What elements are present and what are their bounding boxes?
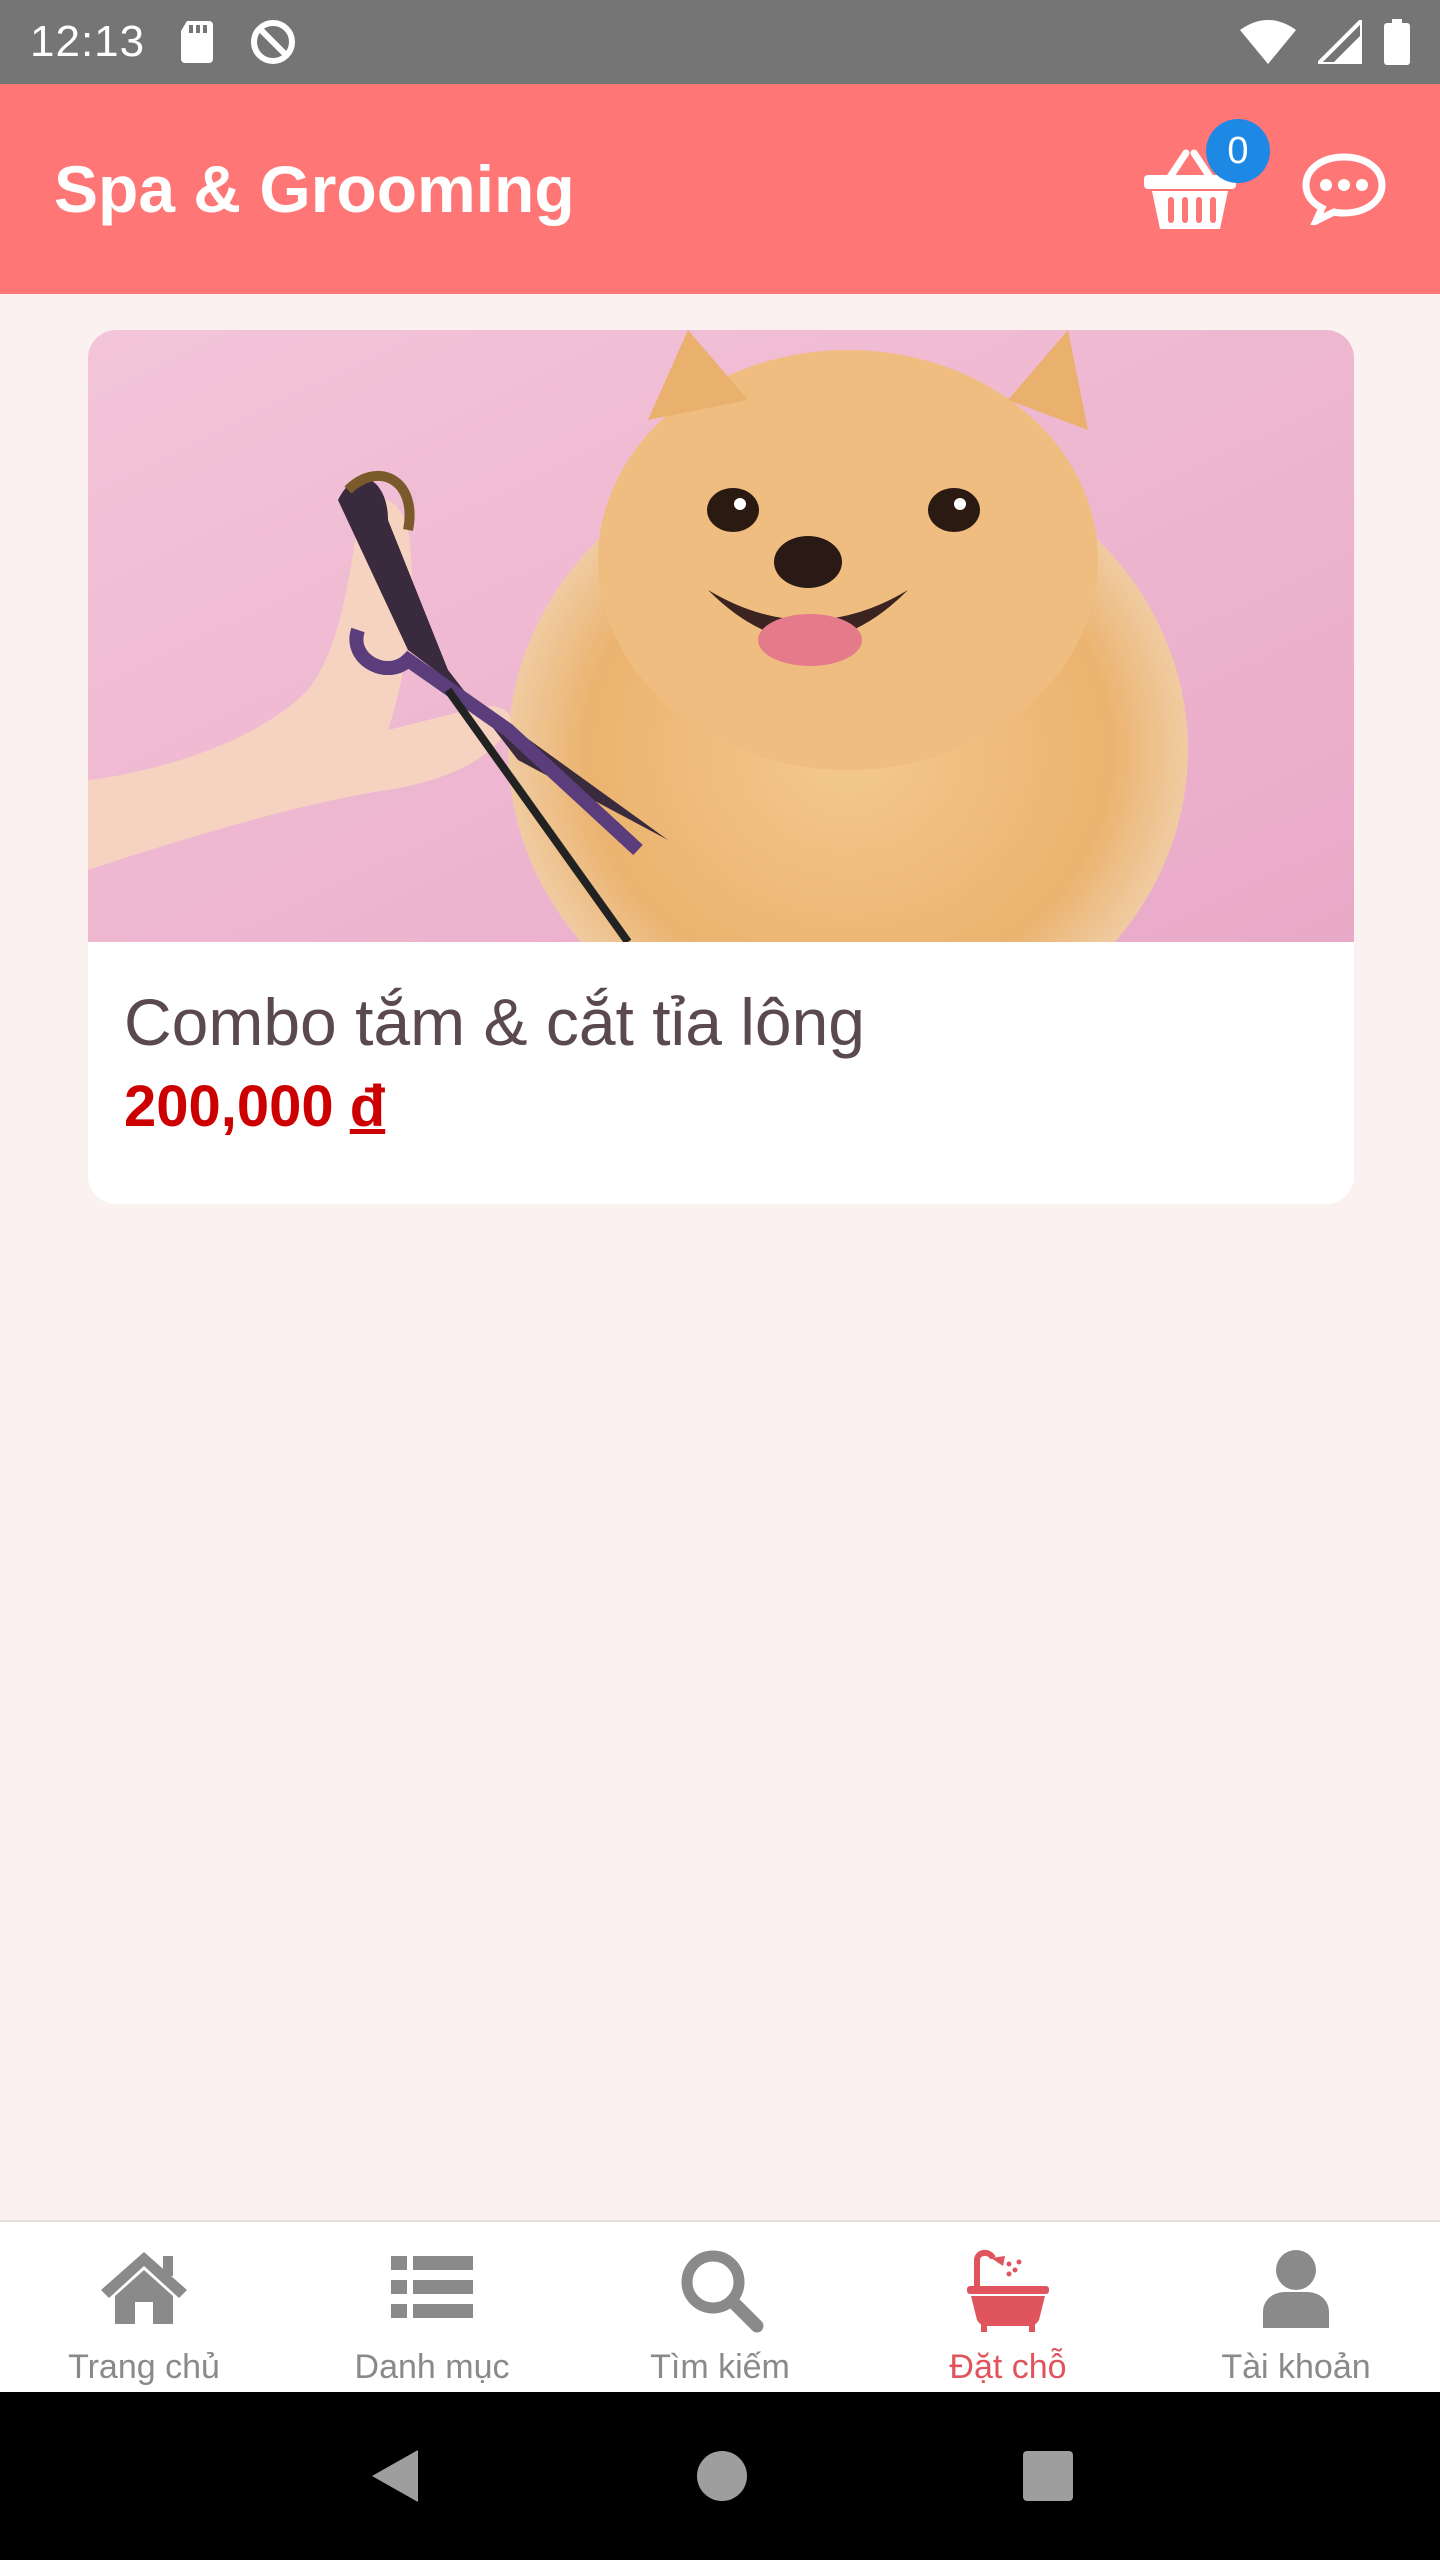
recents-icon[interactable]	[1022, 2450, 1074, 2502]
battery-icon	[1384, 19, 1410, 65]
nav-item-search[interactable]: Tìm kiếm	[576, 2222, 864, 2392]
status-bar: 12:13	[0, 0, 1440, 84]
user-icon	[1263, 2250, 1329, 2328]
service-image	[88, 330, 1354, 942]
service-title: Combo tắm & cắt tỉa lông	[124, 985, 866, 1059]
home-icon	[101, 2252, 187, 2324]
nav-label: Đặt chỗ	[949, 2348, 1067, 2386]
data-saver-icon	[251, 20, 296, 64]
home-circle-icon[interactable]	[695, 2449, 749, 2503]
status-time: 12:13	[30, 17, 146, 66]
nav-label: Tìm kiếm	[650, 2348, 790, 2386]
nav-label: Trang chủ	[68, 2348, 220, 2386]
cart-button[interactable]: 0	[1140, 119, 1270, 239]
list-icon	[391, 2256, 473, 2318]
price-currency: đ	[349, 1073, 386, 1139]
back-icon[interactable]	[366, 2446, 422, 2506]
app-title: Spa & Grooming	[54, 152, 575, 226]
bathtub-icon	[967, 2250, 1049, 2332]
service-card[interactable]: Combo tắm & cắt tỉa lông 200,000 đ	[88, 330, 1354, 1204]
nav-label: Danh mục	[354, 2348, 510, 2386]
signal-icon	[1318, 20, 1362, 64]
nav-item-category[interactable]: Danh mục	[288, 2222, 576, 2392]
nav-label: Tài khoản	[1221, 2348, 1371, 2386]
system-navigation-bar	[0, 2392, 1440, 2560]
content-area: Combo tắm & cắt tỉa lông 200,000 đ	[0, 294, 1440, 2220]
chat-button[interactable]	[1302, 153, 1386, 229]
chat-bubble-icon	[1302, 153, 1386, 229]
price-value: 200,000	[124, 1073, 334, 1139]
search-icon	[681, 2250, 764, 2333]
bottom-navigation: Trang chủ Danh mục Tìm kiếm Đặt chỗ Tài …	[0, 2220, 1440, 2392]
card-body: Combo tắm & cắt tỉa lông 200,000 đ	[88, 942, 1354, 1184]
app-bar: Spa & Grooming 0	[0, 84, 1440, 294]
nav-item-account[interactable]: Tài khoản	[1152, 2222, 1440, 2392]
nav-item-home[interactable]: Trang chủ	[0, 2222, 288, 2392]
nav-item-booking[interactable]: Đặt chỗ	[864, 2222, 1152, 2392]
wifi-icon	[1240, 20, 1296, 64]
sd-card-icon	[181, 21, 214, 63]
service-price: 200,000 đ	[124, 1073, 1318, 1140]
cart-count-badge: 0	[1206, 119, 1270, 183]
